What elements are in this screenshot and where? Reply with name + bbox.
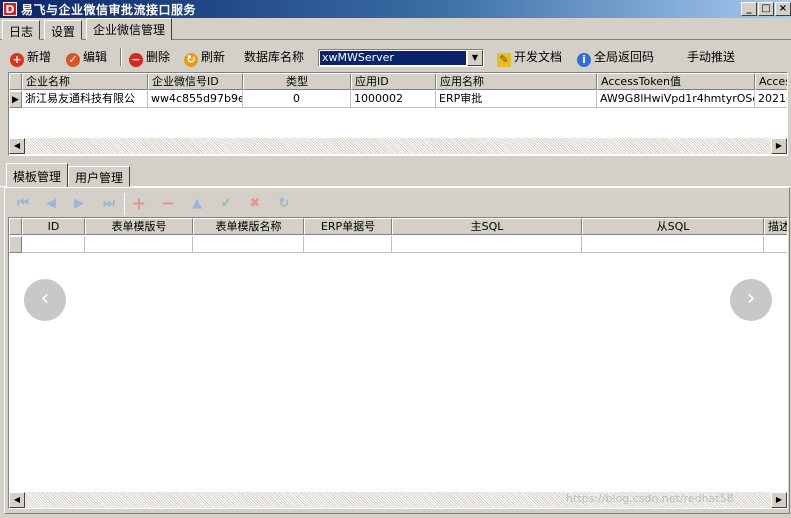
template-grid: ID 表单模版号 表单模版名称 ERP单据号 主SQL 从SQL 描述 ◀ ▶ [8,217,788,509]
col-wecom-id[interactable]: 企业微信号ID [148,73,243,90]
row-indicator-header [9,218,22,235]
scroll-right-icon[interactable]: ▶ [771,138,787,154]
table-row[interactable] [9,236,787,253]
col-main-sql[interactable]: 主SQL [392,218,582,235]
template-grid-header: ID 表单模版号 表单模版名称 ERP单据号 主SQL 从SQL 描述 [9,218,787,235]
col-corp-name[interactable]: 企业名称 [22,73,148,90]
scroll-left-icon[interactable]: ◀ [9,492,25,508]
next-arrow-icon[interactable]: › [730,279,772,321]
docs-label: 开发文档 [514,50,563,64]
info-icon: i [577,53,591,67]
navigator-separator [124,193,125,215]
tab-template-management[interactable]: 模板管理 [6,163,69,187]
col-app-id[interactable]: 应用ID [351,73,436,90]
global-codes-label: 全局返回码 [594,50,655,64]
tab-settings[interactable]: 设置 [44,20,83,40]
cell-type[interactable]: 0 [243,91,351,108]
refresh-label: 刷新 [201,50,226,64]
corp-grid: 企业名称 企业微信号ID 类型 应用ID 应用名称 AccessToken值 A… [8,72,788,156]
db-name-label: 数据库名称 [244,50,305,64]
add-icon: + [10,53,24,67]
title-bar: D 易飞与企业微信审批流接口服务 _ □ × [0,0,791,18]
tab-wecom-management[interactable]: 企业微信管理 [86,18,173,40]
insert-record-icon[interactable]: + [126,192,152,216]
cell-access-expire[interactable]: 2021- [755,91,787,108]
cancel-record-icon[interactable]: ✖ [242,192,268,216]
col-id[interactable]: ID [22,218,85,235]
edit-label: 编辑 [83,50,108,64]
chevron-down-icon[interactable]: ▼ [467,50,483,66]
cell-detail-sql[interactable] [582,236,764,253]
col-form-template-no[interactable]: 表单模版号 [85,218,193,235]
refresh-button[interactable]: ↻ 刷新 [184,48,226,67]
db-name-value: xwMWServer [320,51,466,65]
cell-form-template-no[interactable] [85,236,193,253]
cell-description[interactable] [764,236,787,253]
db-name-select[interactable]: xwMWServer ▼ [318,49,484,67]
cell-main-sql[interactable] [392,236,582,253]
last-record-icon[interactable]: ⏭ [96,192,122,216]
delete-button[interactable]: − 删除 [129,48,171,67]
edit-button[interactable]: ✓ 编辑 [66,48,108,67]
scroll-right-icon[interactable]: ▶ [771,492,787,508]
col-app-name[interactable]: 应用名称 [436,73,597,90]
post-record-icon[interactable]: ✔ [213,192,239,216]
tab-log[interactable]: 日志 [2,20,41,40]
manual-push-button[interactable]: 手动推送 [687,48,735,66]
minimize-button[interactable]: _ [741,2,757,16]
cell-app-id[interactable]: 1000002 [351,91,436,108]
col-form-template-name[interactable]: 表单模版名称 [193,218,304,235]
next-record-icon[interactable]: ▶ [66,192,92,216]
row-indicator [9,236,22,253]
col-description[interactable]: 描述 [764,218,787,235]
window-title: 易飞与企业微信审批流接口服务 [21,3,197,17]
cell-corp-name[interactable]: 浙江易友通科技有限公 [22,91,148,108]
table-row[interactable]: ▶ 浙江易友通科技有限公 ww4c855d97b9e73 0 1000002 E… [9,91,787,108]
row-indicator-header [9,73,22,90]
cell-id[interactable] [22,236,85,253]
delete-icon: − [129,53,143,67]
edit-record-icon[interactable]: ▲ [184,192,210,216]
cell-erp-doc-no[interactable] [304,236,392,253]
add-button[interactable]: + 新增 [10,48,52,67]
refresh-record-icon[interactable]: ↻ [271,192,297,216]
col-access-expire[interactable]: Acces [755,73,787,90]
refresh-icon: ↻ [184,53,198,67]
previous-arrow-icon[interactable]: ‹ [24,279,66,321]
maximize-button[interactable]: □ [758,2,774,16]
col-erp-doc-no[interactable]: ERP单据号 [304,218,392,235]
record-navigator: ⏮ ◀ ▶ ⏭ + − ▲ ✔ ✖ ↻ [10,191,790,217]
prior-record-icon[interactable]: ◀ [38,192,64,216]
edit-icon: ✓ [66,53,80,67]
close-button[interactable]: × [775,2,791,16]
delete-record-icon[interactable]: − [155,192,181,216]
sub-tabs: 模板管理 用户管理 [0,160,791,187]
add-label: 新增 [27,50,52,64]
toolbar-separator [120,48,122,66]
col-access-token[interactable]: AccessToken值 [597,73,755,90]
app-logo-icon: D [3,2,17,16]
cell-app-name[interactable]: ERP审批 [436,91,597,108]
col-detail-sql[interactable]: 从SQL [582,218,764,235]
docs-icon: ✎ [497,53,511,67]
current-row-icon: ▶ [9,91,22,108]
cell-form-template-name[interactable] [193,236,304,253]
first-record-icon[interactable]: ⏮ [10,192,36,216]
cell-access-token[interactable]: AW9G8lHwiVpd1r4hmtyrOSczcs [597,91,755,108]
watermark: https://blog.csdn.net/redhat58 [566,492,734,505]
cell-wecom-id[interactable]: ww4c855d97b9e73 [148,91,243,108]
col-type[interactable]: 类型 [243,73,351,90]
scroll-left-icon[interactable]: ◀ [9,138,25,154]
tab-user-management[interactable]: 用户管理 [68,166,131,187]
delete-label: 删除 [146,50,171,64]
corp-grid-scrollbar[interactable]: ◀ ▶ [9,138,787,154]
corp-grid-header: 企业名称 企业微信号ID 类型 应用ID 应用名称 AccessToken值 A… [9,73,787,90]
docs-button[interactable]: ✎ 开发文档 [497,48,563,67]
main-tabs: 日志 设置 企业微信管理 [0,18,791,40]
global-codes-button[interactable]: i 全局返回码 [577,48,655,67]
